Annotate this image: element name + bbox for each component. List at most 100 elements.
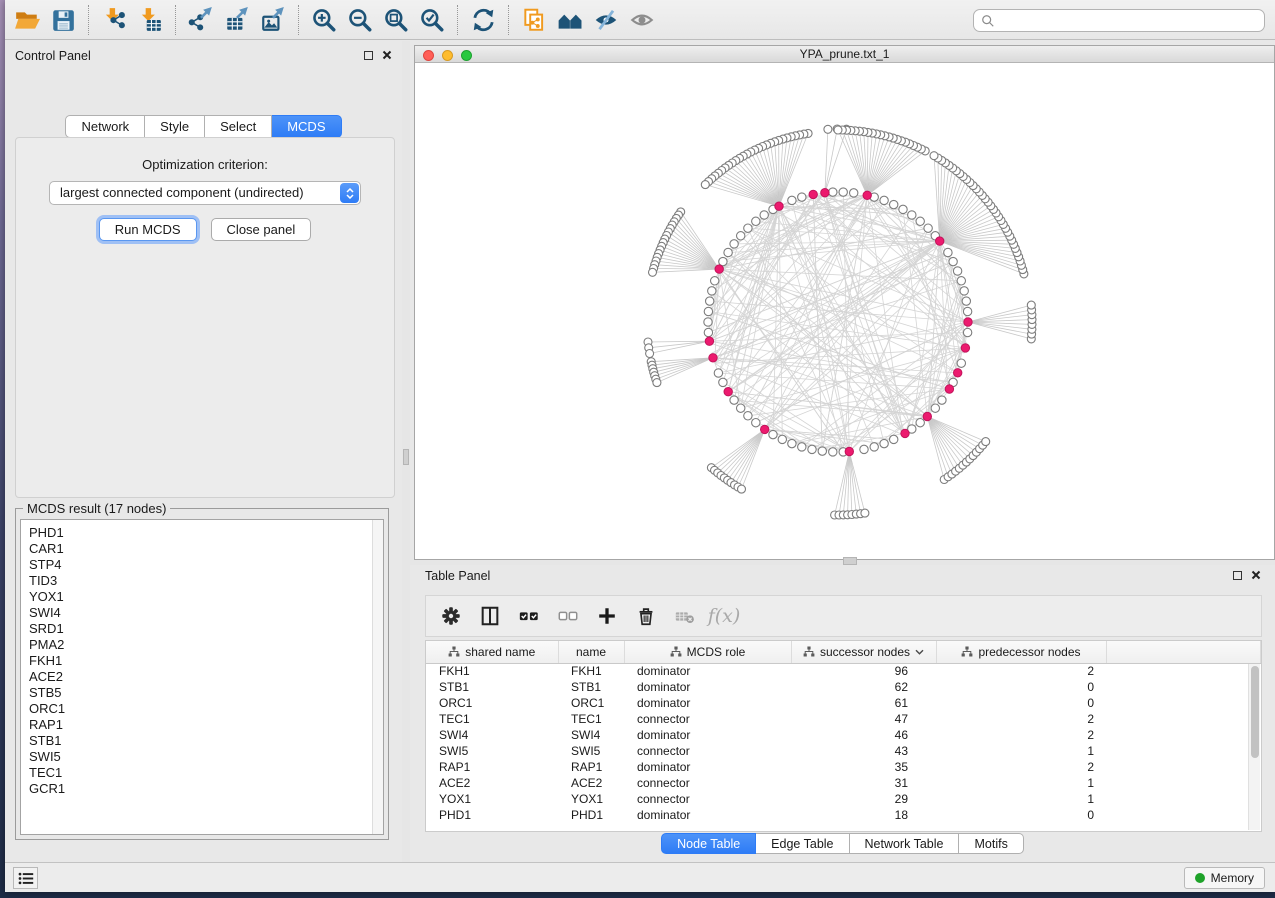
- tab-network-table[interactable]: Network Table: [850, 833, 960, 854]
- tab-edge-table[interactable]: Edge Table: [756, 833, 849, 854]
- table-row[interactable]: RAP1RAP1dominator352: [426, 759, 1261, 775]
- mcds-node-item[interactable]: STB1: [29, 733, 383, 749]
- clear-selection-button[interactable]: [553, 601, 583, 631]
- import-network-button[interactable]: [96, 4, 132, 36]
- table-row[interactable]: SWI5SWI5connector431: [426, 743, 1261, 759]
- node-table[interactable]: shared namenameMCDS rolesuccessor nodesp…: [425, 640, 1262, 832]
- tab-node-table[interactable]: Node Table: [661, 833, 756, 854]
- search-field[interactable]: [973, 9, 1265, 32]
- zoom-fit-button[interactable]: [378, 4, 414, 36]
- new-network-from-selection-button[interactable]: [516, 4, 552, 36]
- vertical-splitter[interactable]: [402, 41, 410, 862]
- zoom-in-icon: [311, 7, 337, 33]
- tab-motifs[interactable]: Motifs: [959, 833, 1023, 854]
- delete-column-button[interactable]: [631, 601, 661, 631]
- mcds-node-item[interactable]: TID3: [29, 573, 383, 589]
- import-network-icon: [101, 7, 127, 33]
- maximize-window-icon[interactable]: [461, 50, 472, 61]
- network-window-titlebar[interactable]: YPA_prune.txt_1: [415, 46, 1274, 63]
- mcds-node-item[interactable]: ACE2: [29, 669, 383, 685]
- zoom-out-button[interactable]: [342, 4, 378, 36]
- export-network-icon: [188, 7, 214, 33]
- search-input[interactable]: [995, 10, 1264, 31]
- tab-mcds[interactable]: MCDS: [272, 115, 341, 138]
- export-table-button[interactable]: [219, 4, 255, 36]
- memory-button[interactable]: Memory: [1184, 867, 1265, 889]
- close-panel-icon[interactable]: [382, 50, 392, 60]
- table-row[interactable]: PHD1PHD1dominator180: [426, 807, 1261, 823]
- mcds-node-item[interactable]: ORC1: [29, 701, 383, 717]
- network-canvas[interactable]: [415, 63, 1274, 559]
- first-neighbors-icon: [557, 7, 583, 33]
- table-row[interactable]: ACE2ACE2connector311: [426, 775, 1261, 791]
- column-header-MCDS-role[interactable]: MCDS role: [624, 641, 791, 663]
- table-row[interactable]: ORC1ORC1dominator610: [426, 695, 1261, 711]
- tab-style[interactable]: Style: [145, 115, 205, 138]
- column-pane-button[interactable]: [475, 601, 505, 631]
- export-network-button[interactable]: [183, 4, 219, 36]
- mcds-node-item[interactable]: PMA2: [29, 637, 383, 653]
- table-row[interactable]: TEC1TEC1connector472: [426, 711, 1261, 727]
- export-table-icon: [224, 7, 250, 33]
- delete-table-disabled-icon: [674, 605, 696, 627]
- mcds-node-item[interactable]: SWI4: [29, 605, 383, 621]
- close-panel-icon[interactable]: [1251, 570, 1261, 580]
- mcds-node-item[interactable]: SRD1: [29, 621, 383, 637]
- scrollbar-thumb[interactable]: [1251, 666, 1259, 758]
- import-table-button[interactable]: [132, 4, 168, 36]
- table-row[interactable]: STB1STB1dominator620: [426, 679, 1261, 695]
- splitter-grip[interactable]: [843, 557, 857, 565]
- hide-selected-button[interactable]: [588, 4, 624, 36]
- close-window-icon[interactable]: [423, 50, 434, 61]
- export-image-button[interactable]: [255, 4, 291, 36]
- mcds-node-item[interactable]: STP4: [29, 557, 383, 573]
- show-all-button[interactable]: [624, 4, 660, 36]
- refresh-button[interactable]: [465, 4, 501, 36]
- gear-button[interactable]: [436, 601, 466, 631]
- mcds-node-item[interactable]: STB5: [29, 685, 383, 701]
- status-menu-button[interactable]: [13, 867, 38, 889]
- mcds-node-item[interactable]: GCR1: [29, 781, 383, 797]
- mcds-node-item[interactable]: CAR1: [29, 541, 383, 557]
- tab-network[interactable]: Network: [65, 115, 145, 138]
- table-row[interactable]: FKH1FKH1dominator962: [426, 663, 1261, 679]
- network-view-window: YPA_prune.txt_1: [414, 45, 1275, 560]
- splitter-grip[interactable]: [403, 449, 409, 465]
- column-header-shared-name[interactable]: shared name: [426, 641, 558, 663]
- network-graph[interactable]: [415, 63, 1274, 559]
- namespace-icon: [961, 646, 973, 658]
- open-folder-button[interactable]: [9, 4, 45, 36]
- mcds-result-list[interactable]: PHD1CAR1STP4TID3YOX1SWI4SRD1PMA2FKH1ACE2…: [20, 519, 384, 835]
- add-column-button[interactable]: [592, 601, 622, 631]
- tab-select[interactable]: Select: [205, 115, 272, 138]
- toolbar-separator: [88, 5, 89, 35]
- mcds-node-item[interactable]: YOX1: [29, 589, 383, 605]
- mcds-node-item[interactable]: FKH1: [29, 653, 383, 669]
- column-header-successor-nodes[interactable]: successor nodes: [791, 641, 936, 663]
- mcds-node-item[interactable]: TEC1: [29, 765, 383, 781]
- zoom-selected-button[interactable]: [414, 4, 450, 36]
- table-row[interactable]: YOX1YOX1connector291: [426, 791, 1261, 807]
- save-button[interactable]: [45, 4, 81, 36]
- float-panel-icon[interactable]: [1233, 571, 1242, 580]
- first-neighbors-button[interactable]: [552, 4, 588, 36]
- mcds-node-item[interactable]: PHD1: [29, 525, 383, 541]
- mcds-node-item[interactable]: RAP1: [29, 717, 383, 733]
- zoom-in-button[interactable]: [306, 4, 342, 36]
- column-header-predecessor-nodes[interactable]: predecessor nodes: [936, 641, 1106, 663]
- column-header-name[interactable]: name: [558, 641, 624, 663]
- control-panel-title: Control Panel: [15, 49, 91, 63]
- float-panel-icon[interactable]: [364, 51, 373, 60]
- table-row[interactable]: SWI4SWI4dominator462: [426, 727, 1261, 743]
- optimization-criterion-select[interactable]: largest connected component (undirected): [49, 181, 361, 205]
- mcds-node-item[interactable]: SWI5: [29, 749, 383, 765]
- result-scrollbar[interactable]: [372, 520, 383, 834]
- minimize-window-icon[interactable]: [442, 50, 453, 61]
- memory-status-icon: [1195, 873, 1205, 883]
- run-mcds-button[interactable]: Run MCDS: [99, 218, 197, 241]
- table-scrollbar[interactable]: [1248, 664, 1260, 830]
- save-icon: [50, 7, 76, 33]
- select-all-button[interactable]: [514, 601, 544, 631]
- close-panel-button[interactable]: Close panel: [211, 218, 312, 241]
- delete-column-icon: [635, 605, 657, 627]
